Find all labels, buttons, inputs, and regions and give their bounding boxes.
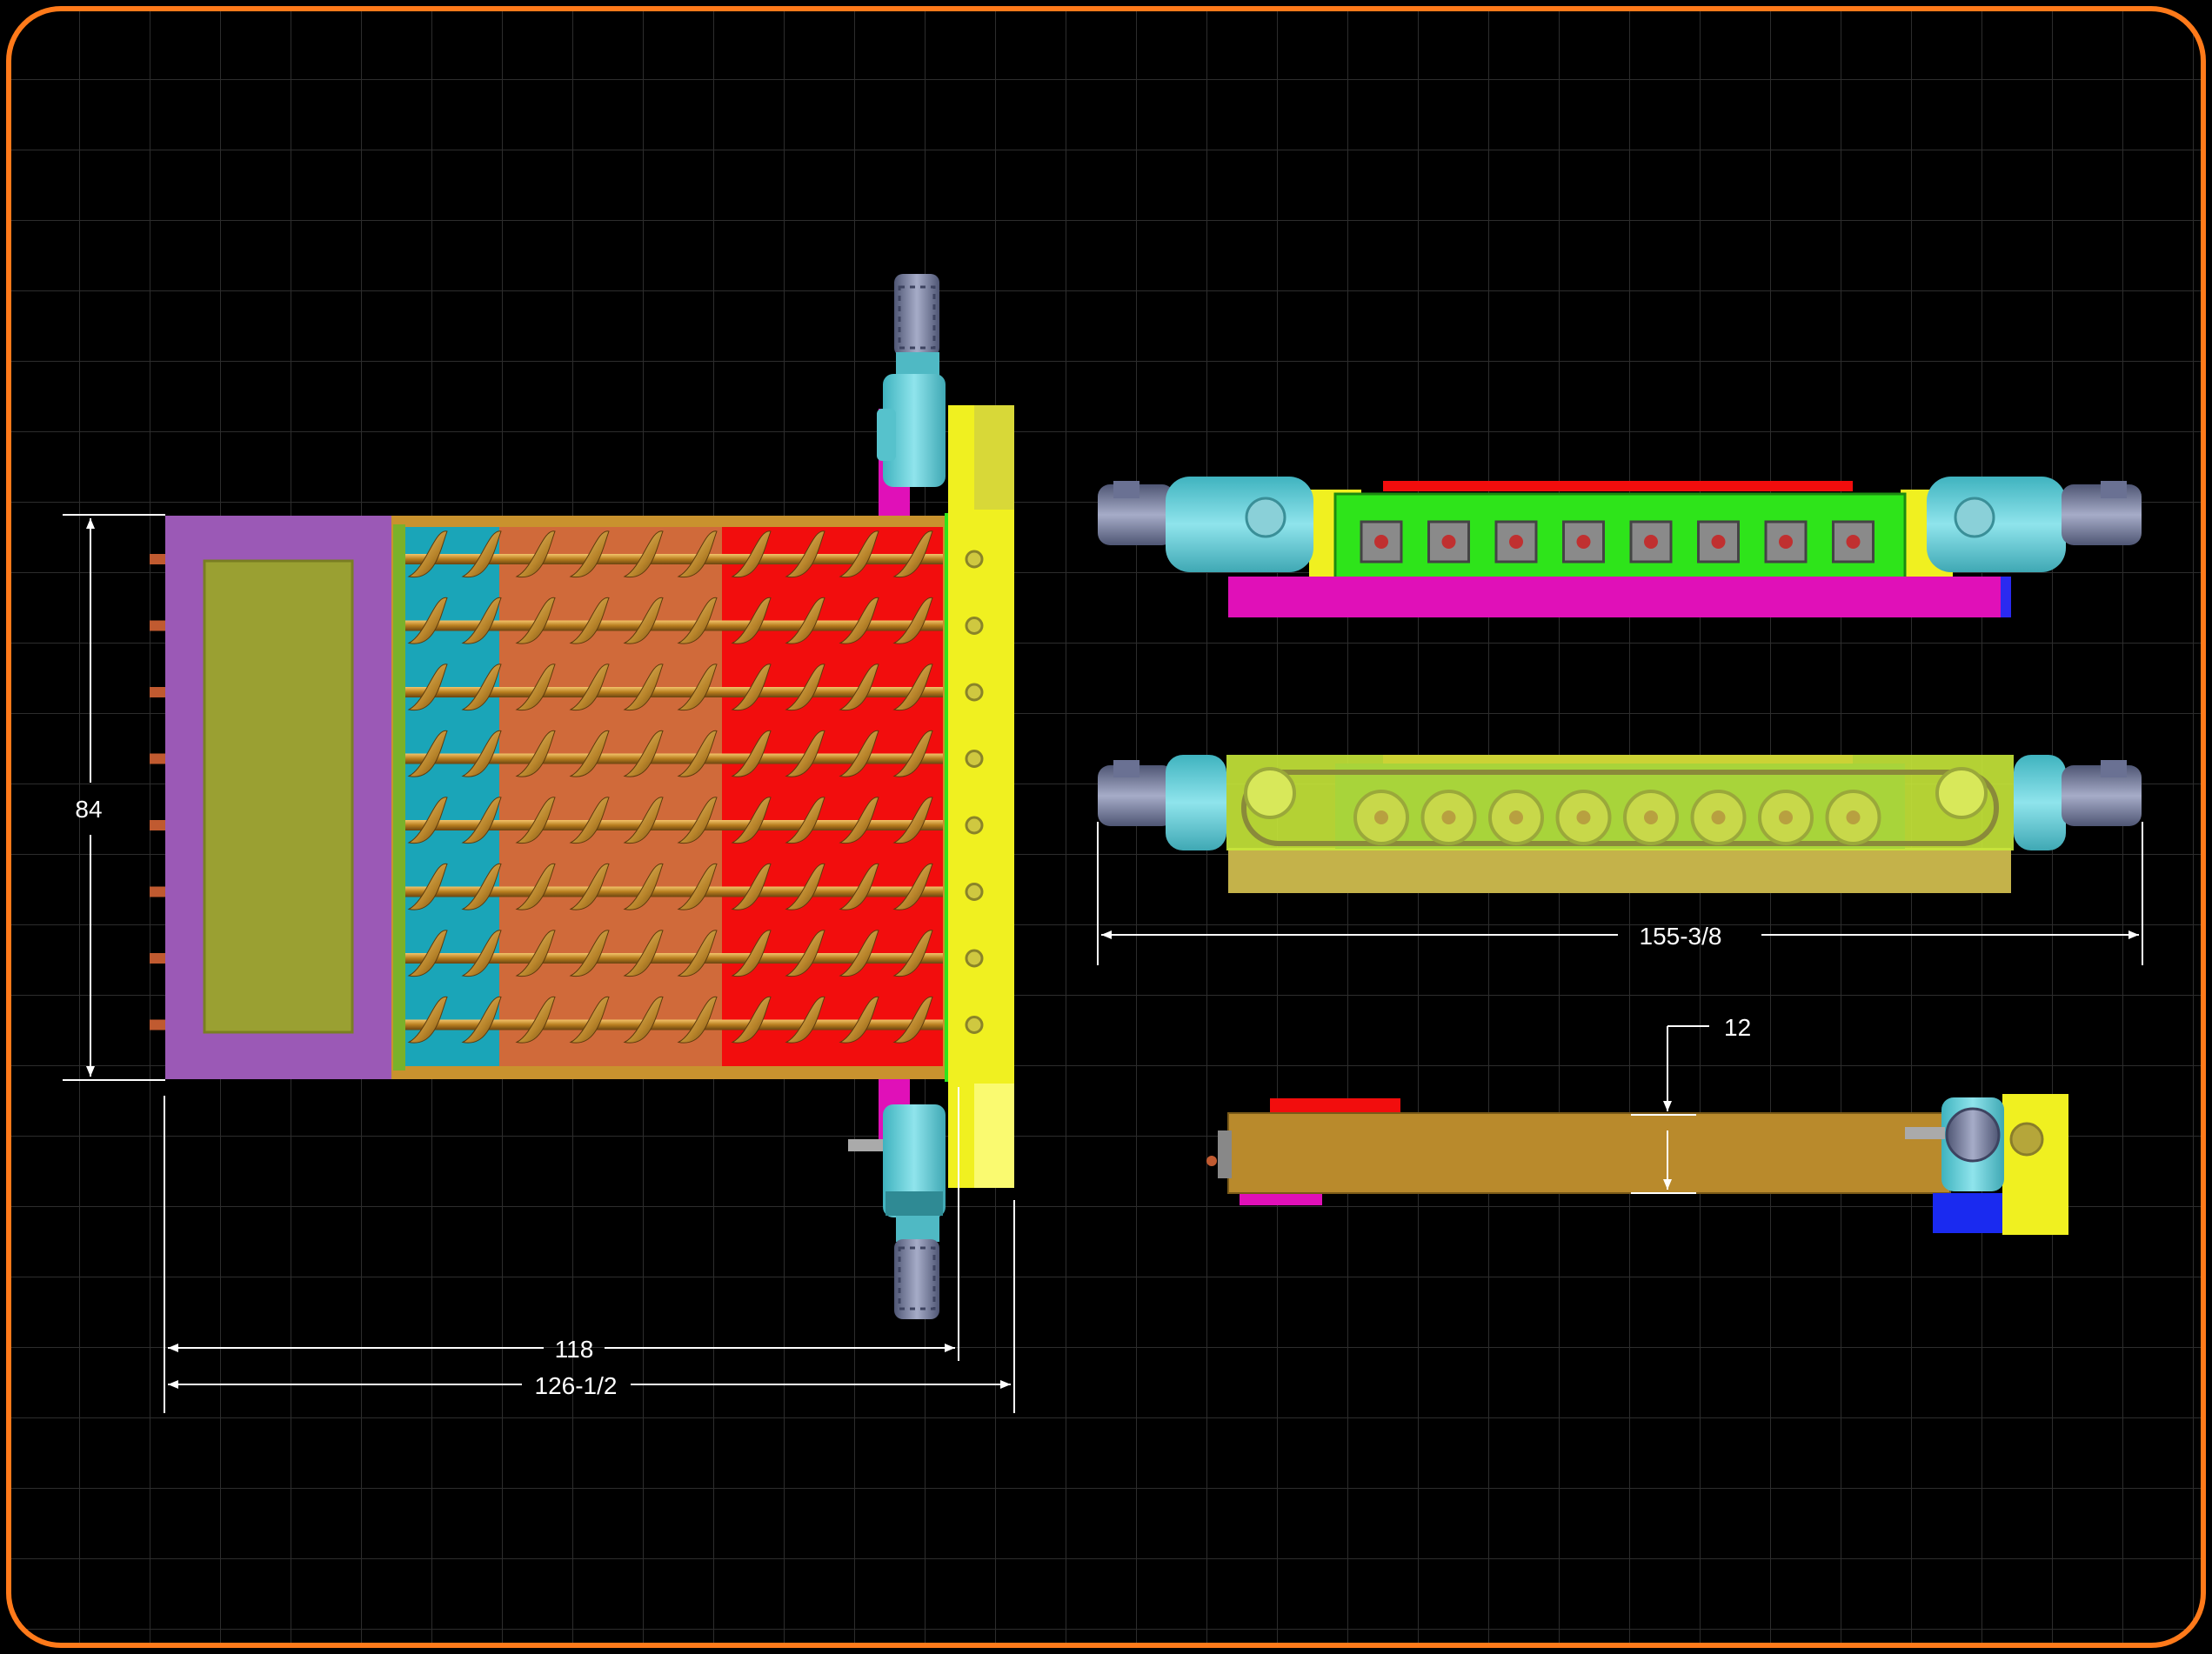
- side-view-top: [1098, 477, 2142, 617]
- dim-label-84: 84: [75, 796, 102, 823]
- right-gearbox-1: [1927, 477, 2066, 572]
- inlet-nozzle: [150, 820, 167, 830]
- yellow-drive-frame: [948, 405, 1014, 1188]
- teal-zone: [405, 527, 499, 1066]
- right-motor-1-cap: [2101, 481, 2127, 498]
- bottom-gearbox-band: [885, 1191, 943, 1216]
- bottom-gearbox-neck: [896, 1216, 939, 1242]
- dim-label-155-3-8: 155-3/8: [1640, 923, 1722, 950]
- red-inlet-flange: [1270, 1098, 1400, 1114]
- inlet-nozzle: [150, 1019, 167, 1030]
- left-motor-1-cap: [1113, 481, 1139, 498]
- end-gearbox-hub: [1945, 1107, 2001, 1163]
- chain-sprocket-hub: [1711, 810, 1726, 824]
- green-strip: [393, 524, 405, 1070]
- left-gearbox-1-hub: [1245, 497, 1286, 538]
- red-zone: [722, 527, 943, 1066]
- top-gearbox-neck: [896, 352, 939, 377]
- inlet-nozzle: [150, 753, 167, 764]
- bearing-shaft-end: [1779, 535, 1793, 549]
- inlet-nozzle: [150, 554, 167, 564]
- chain-sprocket-hub: [1441, 810, 1456, 824]
- inlet-nozzle: [150, 886, 167, 897]
- bearing-shaft-end: [1846, 535, 1861, 549]
- cad-drawing-canvas: 84 118 126-1/2 155-3/8 12: [6, 6, 2206, 1648]
- red-cover-top: [1383, 481, 1853, 491]
- chain-sprocket-hub: [1374, 810, 1388, 824]
- drive-sprocket: [965, 617, 984, 635]
- end-nozzle: [1206, 1156, 1217, 1166]
- olive-panel: [203, 559, 354, 1034]
- drive-sprocket: [965, 1016, 984, 1034]
- blue-block: [1933, 1193, 2004, 1233]
- bottom-motor-housing: [894, 1239, 939, 1319]
- chain-sprocket-hub: [1846, 810, 1861, 824]
- bearing-shaft-end: [1576, 535, 1591, 549]
- chain-sprocket-hub: [1644, 810, 1658, 824]
- inlet-nozzle: [150, 687, 167, 697]
- end-drive-shaft: [1905, 1127, 1945, 1139]
- tan-base: [1228, 848, 2011, 893]
- drive-sprocket: [965, 550, 984, 569]
- right-gearbox-1-hub: [1954, 497, 1995, 538]
- drive-sprocket: [965, 949, 984, 968]
- drive-sprocket-left: [1244, 767, 1296, 819]
- inlet-nozzle: [150, 620, 167, 631]
- drive-sprocket-right: [1935, 767, 1988, 819]
- right-motor-2-cap: [2101, 760, 2127, 777]
- magenta-base: [1228, 577, 2011, 617]
- top-gearbox-flange: [877, 409, 896, 461]
- drive-sprocket: [965, 816, 984, 835]
- drive-sprocket: [965, 883, 984, 901]
- yellow-frame-shade-top: [974, 405, 1014, 510]
- bearing-shaft-end: [1374, 535, 1388, 549]
- dim-label-126-1-2: 126-1/2: [535, 1372, 618, 1399]
- tan-trough-body: [1227, 1112, 1951, 1194]
- chain-sprocket-hub: [1576, 810, 1591, 824]
- end-cap: [1218, 1130, 1232, 1178]
- left-motor-2-cap: [1113, 760, 1139, 777]
- left-gearbox-2: [1166, 755, 1226, 850]
- yellow-end-frame: [2002, 1094, 2068, 1235]
- green-casing: [1333, 492, 1907, 581]
- end-sprocket: [2009, 1122, 2044, 1157]
- left-gearbox-1: [1166, 477, 1313, 572]
- orange-zone: [499, 527, 722, 1066]
- dim-label-12: 12: [1724, 1014, 1751, 1041]
- dim-label-118: 118: [555, 1336, 594, 1363]
- magenta-outlet-flange: [1240, 1193, 1322, 1205]
- bearing-shaft-end: [1441, 535, 1456, 549]
- bearing-shaft-end: [1644, 535, 1658, 549]
- chain-guard-center: [1335, 764, 1905, 849]
- bearing-shaft-end: [1509, 535, 1523, 549]
- yellow-frame-shade-bottom: [974, 1084, 1014, 1188]
- bearing-shaft-end: [1711, 535, 1726, 549]
- drive-sprocket: [965, 750, 984, 768]
- inlet-nozzle: [150, 953, 167, 964]
- chain-sprocket-hub: [1779, 810, 1793, 824]
- bottom-drive-shaft: [848, 1139, 887, 1151]
- right-gearbox-2: [2014, 755, 2066, 850]
- chain-sprocket-hub: [1509, 810, 1523, 824]
- drive-sprocket: [965, 683, 984, 702]
- magenta-base-edge: [2001, 577, 2011, 617]
